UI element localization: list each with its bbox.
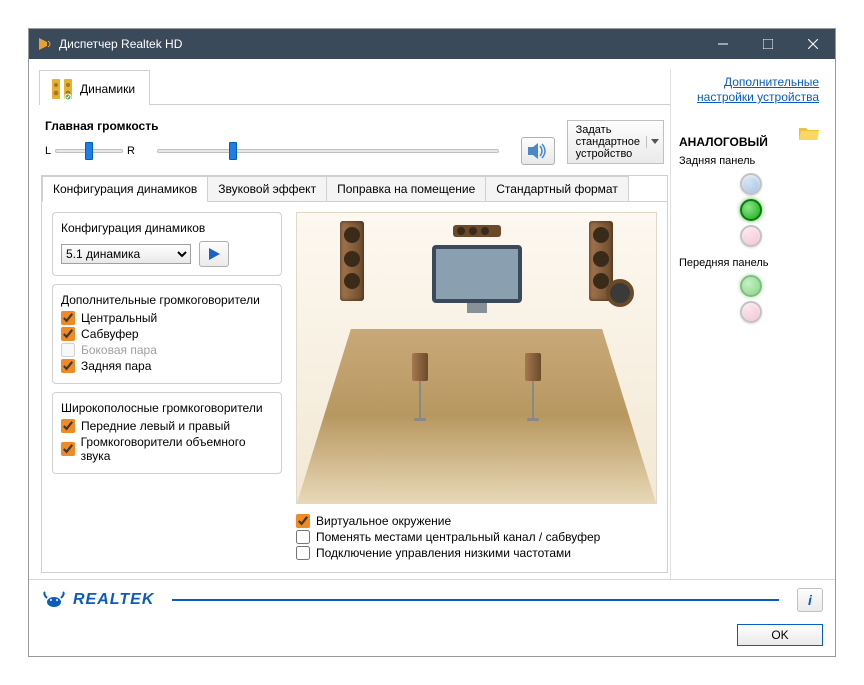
room-option-label-0: Виртуальное окружение	[316, 514, 451, 528]
additional-row-2: Боковая пара	[61, 343, 273, 357]
room-option-checkbox-1[interactable]	[296, 530, 310, 544]
fullrange-speakers-label: Широкополосные громкоговорители	[61, 401, 273, 415]
play-icon	[207, 247, 221, 261]
volume-slider[interactable]	[151, 149, 505, 153]
speaker-volume-icon	[527, 142, 549, 160]
fullrange-label-1: Громкоговорители объемного звука	[81, 435, 273, 463]
jack-rear-green[interactable]	[740, 199, 762, 221]
front-left-speaker-icon	[340, 221, 364, 301]
additional-checkbox-3[interactable]	[61, 359, 75, 373]
subwoofer-icon	[606, 279, 634, 307]
center-speaker-icon	[453, 225, 501, 237]
room-options: Виртуальное окружение Поменять местами це…	[296, 504, 657, 562]
fullrange-speakers-box: Широкополосные громкоговорители Передние…	[52, 392, 282, 474]
master-volume-row: Главная громкость L R	[39, 105, 670, 175]
tab-speakers[interactable]: Динамики	[39, 70, 150, 105]
speaker-config-label: Конфигурация динамиков	[61, 221, 273, 235]
realtek-logo: REALTEK	[41, 590, 154, 610]
settings-tab-0[interactable]: Конфигурация динамиков	[42, 176, 208, 202]
settings-tab-1[interactable]: Звуковой эффект	[207, 176, 327, 201]
additional-checkbox-2	[61, 343, 75, 357]
additional-label-1: Сабвуфер	[81, 327, 139, 341]
settings-tab-3[interactable]: Стандартный формат	[485, 176, 629, 201]
room-option-checkbox-2[interactable]	[296, 546, 310, 560]
additional-speakers-label: Дополнительные громкоговорители	[61, 293, 273, 307]
rear-right-speaker-icon	[525, 353, 541, 381]
close-button[interactable]	[790, 29, 835, 59]
additional-label-3: Задняя пара	[81, 359, 151, 373]
speaker-config-box: Конфигурация динамиков 5.1 динамика	[52, 212, 282, 276]
crab-icon	[41, 590, 67, 610]
room-option-label-1: Поменять местами центральный канал / саб…	[316, 530, 600, 544]
additional-row-0[interactable]: Центральный	[61, 311, 273, 325]
folder-icon[interactable]	[799, 125, 819, 141]
speaker-room-visualization[interactable]	[296, 212, 657, 504]
speaker-config-dropdown[interactable]: 5.1 динамика	[61, 244, 191, 264]
additional-label-0: Центральный	[81, 311, 157, 325]
set-default-device-button[interactable]: Задать стандартное устройство	[567, 120, 664, 164]
connector-panel: Дополнительные настройки устройства АНАЛ…	[670, 69, 825, 579]
mute-button[interactable]	[521, 137, 555, 165]
fullrange-checkbox-1[interactable]	[61, 442, 75, 456]
play-test-button[interactable]	[199, 241, 229, 267]
set-default-label: Задать стандартное устройство	[576, 124, 640, 160]
device-tabs: Динамики	[39, 69, 670, 105]
tab-speakers-label: Динамики	[80, 82, 135, 96]
info-button[interactable]: i	[797, 588, 823, 612]
settings-pane: Конфигурация динамиковЗвуковой эффектПоп…	[41, 175, 668, 573]
additional-label-2: Боковая пара	[81, 343, 157, 357]
footer-divider	[172, 599, 779, 601]
ok-button[interactable]: OK	[737, 624, 823, 646]
rear-left-speaker-icon	[412, 353, 428, 381]
app-icon	[37, 36, 53, 52]
rear-panel-label: Задняя панель	[679, 155, 823, 167]
speakers-icon	[50, 77, 74, 101]
room-option-label-2: Подключение управления низкими частотами	[316, 546, 571, 560]
jack-front-pink[interactable]	[740, 301, 762, 323]
minimize-button[interactable]	[700, 29, 745, 59]
jack-rear-pink[interactable]	[740, 225, 762, 247]
room-option-row-1[interactable]: Поменять местами центральный канал / саб…	[296, 530, 657, 544]
front-panel-label: Передняя панель	[679, 257, 823, 269]
app-window: Диспетчер Realtek HD Динамики Главная гр…	[28, 28, 836, 657]
settings-tabs: Конфигурация динамиковЗвуковой эффектПоп…	[42, 176, 667, 201]
advanced-settings-link[interactable]: Дополнительные настройки устройства	[679, 75, 819, 105]
additional-checkbox-1[interactable]	[61, 327, 75, 341]
jack-front-green[interactable]	[740, 275, 762, 297]
fullrange-checkbox-0[interactable]	[61, 419, 75, 433]
additional-speakers-box: Дополнительные громкоговорители Централь…	[52, 284, 282, 384]
jack-rear-blue[interactable]	[740, 173, 762, 195]
monitor-icon	[432, 245, 522, 313]
settings-tab-2[interactable]: Поправка на помещение	[326, 176, 486, 201]
additional-row-1[interactable]: Сабвуфер	[61, 327, 273, 341]
brand-text: REALTEK	[73, 591, 154, 609]
fullrange-row-1[interactable]: Громкоговорители объемного звука	[61, 435, 273, 463]
additional-checkbox-0[interactable]	[61, 311, 75, 325]
maximize-button[interactable]	[745, 29, 790, 59]
balance-left-letter: L	[45, 145, 51, 157]
window-title: Диспетчер Realtek HD	[59, 37, 182, 51]
fullrange-label-0: Передние левый и правый	[81, 419, 230, 433]
footer: REALTEK i	[29, 579, 835, 620]
additional-row-3[interactable]: Задняя пара	[61, 359, 273, 373]
chevron-down-icon	[646, 136, 659, 148]
balance-slider[interactable]: L R	[45, 145, 135, 157]
room-option-row-0[interactable]: Виртуальное окружение	[296, 514, 657, 528]
room-option-checkbox-0[interactable]	[296, 514, 310, 528]
titlebar: Диспетчер Realtek HD	[29, 29, 835, 59]
room-option-row-2[interactable]: Подключение управления низкими частотами	[296, 546, 657, 560]
master-volume-label: Главная громкость	[45, 119, 555, 133]
balance-right-letter: R	[127, 145, 135, 157]
fullrange-row-0[interactable]: Передние левый и правый	[61, 419, 273, 433]
